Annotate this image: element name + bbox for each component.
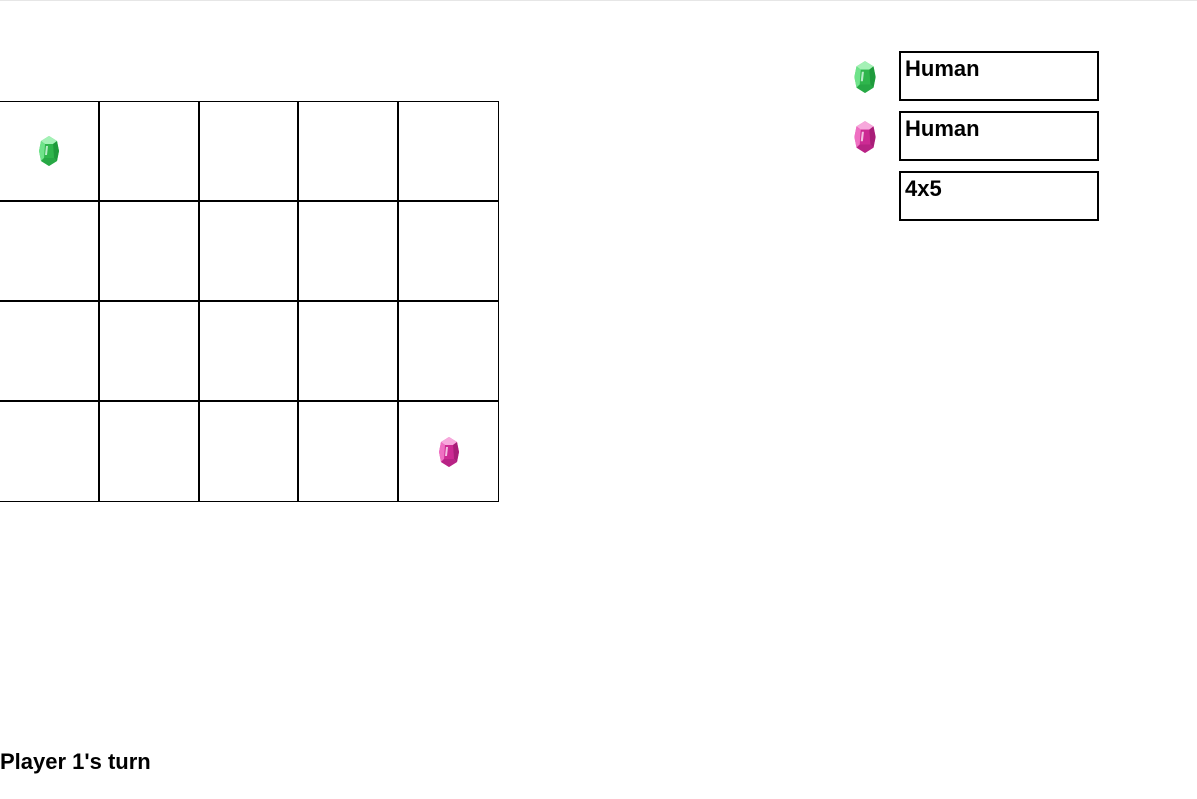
pink-gem-icon [852, 120, 878, 154]
board-size-selector[interactable]: 4x5 [899, 171, 1099, 221]
board-cell[interactable] [99, 202, 200, 302]
board-cell[interactable] [0, 302, 100, 402]
green-gem-icon [852, 60, 878, 94]
board-cell[interactable] [0, 402, 100, 502]
green-gem-icon [38, 135, 60, 167]
board-cell[interactable] [99, 302, 200, 402]
board-cell[interactable] [0, 102, 100, 202]
board-cell[interactable] [199, 202, 300, 302]
board-cell[interactable] [399, 302, 499, 402]
board-cell[interactable] [0, 202, 100, 302]
player-2-type-selector[interactable]: Human [899, 111, 1099, 161]
player-1-type-selector[interactable]: Human [899, 51, 1099, 101]
board-cell[interactable] [199, 102, 300, 202]
turn-status: Player 1's turn [0, 749, 151, 774]
board-cell[interactable] [399, 202, 499, 302]
player-1-setting: Human [852, 51, 1099, 101]
board-cell[interactable] [399, 402, 499, 502]
board-cell[interactable] [199, 402, 300, 502]
board-cell[interactable] [299, 202, 400, 302]
player-2-setting: Human [852, 111, 1099, 161]
board-cell[interactable] [299, 402, 400, 502]
board-cell[interactable] [299, 102, 400, 202]
board-cell[interactable] [299, 302, 400, 402]
board-cell[interactable] [99, 102, 200, 202]
board-row [0, 202, 499, 302]
game-board [0, 101, 499, 502]
top-divider [0, 0, 1197, 1]
board-size-setting: 4x5 [852, 171, 1099, 221]
pink-gem-icon [438, 436, 460, 468]
board-row [0, 402, 499, 502]
board-row [0, 302, 499, 402]
board-cell[interactable] [199, 302, 300, 402]
board-cell[interactable] [99, 402, 200, 502]
board-row [0, 102, 499, 202]
board-cell[interactable] [399, 102, 499, 202]
